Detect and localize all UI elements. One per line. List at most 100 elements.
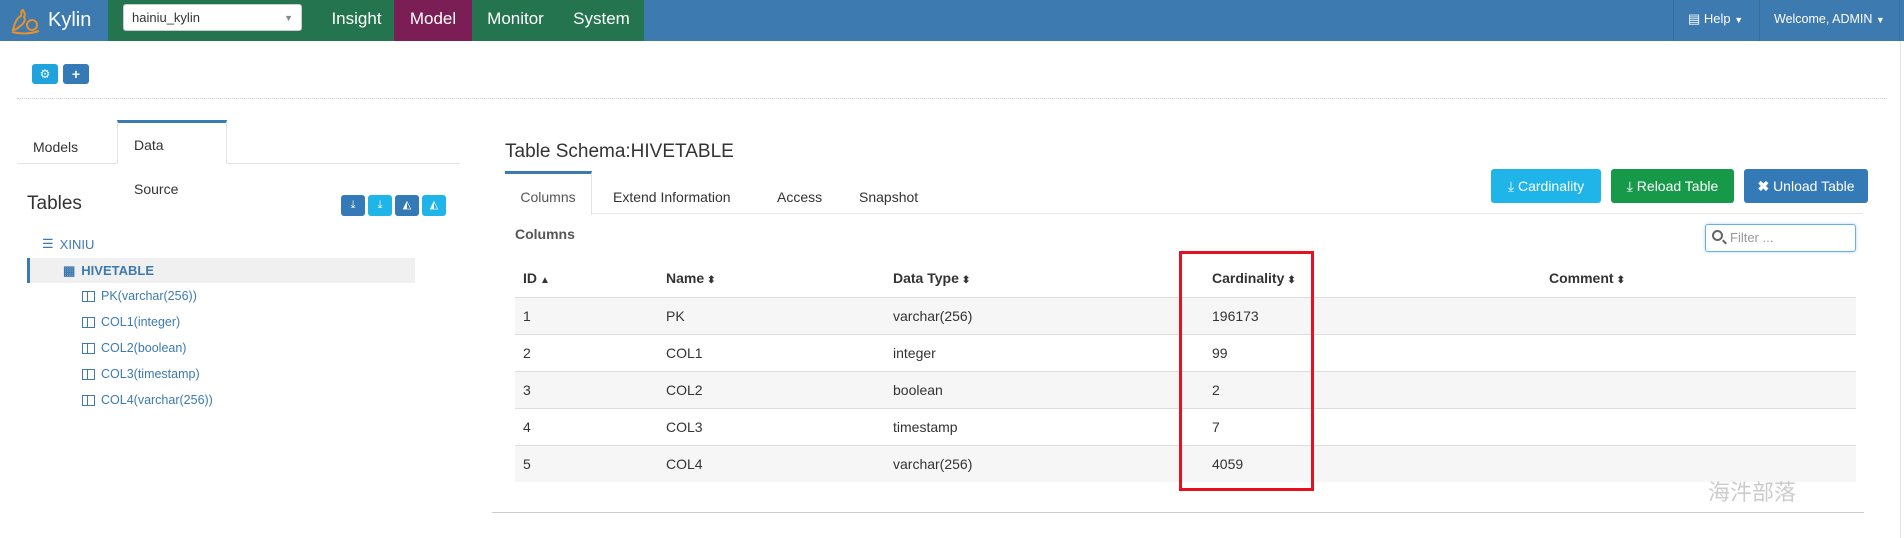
- tab-extend-information[interactable]: Extend Information: [613, 171, 731, 214]
- column-icon: [82, 394, 95, 406]
- table-cell: 4: [515, 407, 658, 445]
- book-icon: ▤: [1688, 11, 1701, 26]
- nav-tab-monitor[interactable]: Monitor: [472, 0, 559, 41]
- tab-label: Extend Information: [613, 189, 731, 205]
- columns-section-label: Columns: [515, 226, 575, 242]
- tab-label: Data Source: [134, 137, 179, 197]
- table-cell: [1541, 370, 1856, 408]
- chevron-down-icon: ▼: [284, 13, 293, 23]
- nav-tab-label: Monitor: [487, 9, 544, 28]
- header-label: ID: [523, 270, 537, 287]
- table-cell: timestamp: [885, 407, 1204, 445]
- button-label: Unload Table: [1773, 178, 1855, 194]
- database-icon: ☰: [42, 236, 54, 251]
- load-table-button[interactable]: ⤓: [341, 195, 365, 216]
- brand[interactable]: Kylin: [0, 0, 108, 41]
- search-icon: [1712, 230, 1723, 241]
- cardinality-button[interactable]: ⤓ Cardinality: [1491, 169, 1601, 203]
- load-table-from-tree-button[interactable]: ⤓: [368, 195, 392, 216]
- tree-column[interactable]: PK(varchar(256)): [82, 289, 197, 303]
- table-cell: [1541, 407, 1856, 445]
- column-icon: [82, 368, 95, 380]
- watermark: 海汼部落: [1708, 481, 1797, 506]
- table-cell: COL3: [658, 407, 885, 445]
- nav-tab-label: Insight: [331, 9, 382, 28]
- sort-icon: ⬍: [707, 275, 716, 287]
- column-icon: [82, 290, 95, 302]
- column-icon: [82, 342, 95, 354]
- page-scrollbar[interactable]: [1900, 41, 1904, 538]
- settings-button[interactable]: ⚙: [32, 64, 58, 84]
- nav-tab-label: Model: [409, 9, 457, 28]
- table-cell: COL2: [658, 370, 885, 408]
- header-name[interactable]: Name ⬍: [658, 260, 885, 297]
- header-label: Data Type: [893, 270, 959, 287]
- sort-asc-icon: ▲: [540, 275, 550, 287]
- tree-column[interactable]: COL3(timestamp): [82, 367, 200, 381]
- tab-models[interactable]: Models: [17, 120, 94, 164]
- table-cell: 5: [515, 444, 658, 482]
- add-button[interactable]: +: [63, 64, 89, 84]
- tables-title: Tables: [27, 193, 82, 214]
- reload-table-button[interactable]: ⤓ Reload Table: [1611, 169, 1734, 203]
- kafka-table-button[interactable]: ◭: [422, 195, 446, 216]
- nav-tab-label: System: [573, 9, 630, 28]
- user-menu[interactable]: Welcome, ADMIN ▼: [1759, 0, 1899, 41]
- download-icon: ⤓: [350, 199, 356, 211]
- kylin-logo-icon: [11, 8, 40, 34]
- table-cell: 3: [515, 370, 658, 408]
- navbar-edge: [1899, 0, 1904, 41]
- table-cell: varchar(256): [885, 296, 1204, 334]
- tab-columns[interactable]: Columns: [505, 171, 592, 215]
- filter-input[interactable]: Filter ...: [1705, 224, 1856, 252]
- project-select[interactable]: hainiu_kylin ▼: [123, 4, 302, 31]
- table-cell: [1541, 444, 1856, 482]
- caret-down-icon: ▼: [1734, 15, 1744, 25]
- header-comment[interactable]: Comment ⬍: [1541, 260, 1856, 297]
- header-data-type[interactable]: Data Type ⬍: [885, 260, 1204, 297]
- gears-icon: ⚙: [39, 67, 51, 81]
- header-id[interactable]: ID ▲: [515, 260, 658, 297]
- table-cell: COL4: [658, 444, 885, 482]
- tab-access[interactable]: Access: [777, 171, 822, 214]
- column-label: PK(varchar(256)): [101, 289, 197, 303]
- download-icon: ⤓: [1626, 178, 1633, 194]
- tree-table-selected[interactable]: ▦ HIVETABLE: [27, 258, 415, 283]
- nav-tab-insight[interactable]: Insight: [319, 0, 394, 41]
- nav-tab-model[interactable]: Model: [394, 0, 472, 41]
- tab-label: Columns: [520, 189, 576, 205]
- table-icon: ▦: [63, 263, 76, 278]
- table-cell: [1541, 333, 1856, 371]
- header-label: Name: [666, 270, 705, 287]
- button-label: Cardinality: [1517, 178, 1585, 194]
- download-icon: ⤓: [1507, 178, 1515, 194]
- table-cell: integer: [885, 333, 1204, 371]
- tab-data-source[interactable]: Data Source: [117, 120, 227, 197]
- tree-column[interactable]: COL1(integer): [82, 315, 180, 329]
- column-label: COL1(integer): [101, 315, 181, 329]
- streaming-table-button[interactable]: ◭: [395, 195, 419, 216]
- sort-icon: ⬍: [961, 275, 971, 287]
- tree-column[interactable]: COL2(boolean): [82, 341, 186, 355]
- nav-tab-system[interactable]: System: [559, 0, 644, 41]
- table-cell: [1541, 296, 1856, 334]
- help-label: Help: [1703, 11, 1731, 26]
- sort-icon: ⬍: [1616, 275, 1625, 287]
- table-name: HIVETABLE: [81, 263, 155, 278]
- tree-column[interactable]: COL4(varchar(256)): [82, 393, 213, 407]
- tab-label: Snapshot: [859, 189, 919, 205]
- database-name: XINIU: [59, 236, 95, 252]
- button-label: Reload Table: [1636, 178, 1719, 194]
- column-icon: [82, 316, 95, 328]
- tab-label: Models: [33, 139, 79, 155]
- table-cell: varchar(256): [885, 444, 1204, 482]
- filter-placeholder: Filter ...: [1730, 230, 1774, 245]
- tree-database[interactable]: ☰ XINIU: [42, 236, 94, 252]
- table-cell: COL1: [658, 333, 885, 371]
- help-menu[interactable]: ▤ Help ▼: [1673, 0, 1759, 41]
- schema-title: Table Schema:HIVETABLE: [505, 141, 734, 162]
- tab-snapshot[interactable]: Snapshot: [859, 171, 918, 214]
- tab-label: Access: [777, 189, 823, 205]
- unload-table-button[interactable]: ✖ Unload Table: [1744, 169, 1868, 203]
- table-cell: PK: [658, 296, 885, 334]
